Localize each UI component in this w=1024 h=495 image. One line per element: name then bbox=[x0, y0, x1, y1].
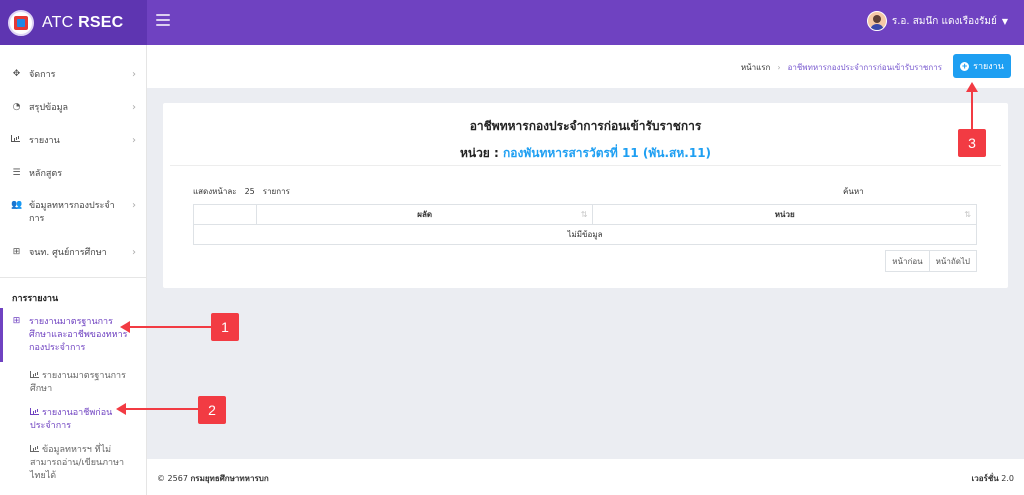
unit-heading: หน่วย : กองพันทหารสารวัตรที่ 11 (พัน.สห.… bbox=[459, 146, 712, 160]
unit-name: กองพันทหารสารวัตรที่ 11 (พัน.สห.11) bbox=[503, 146, 712, 160]
annotation-arrow bbox=[125, 408, 198, 410]
chevron-right-icon: › bbox=[132, 200, 136, 211]
grid-icon: ⊞ bbox=[12, 247, 21, 257]
avatar bbox=[866, 11, 887, 31]
version: เวอร์ชั่น 2.0 bbox=[971, 474, 1014, 483]
sub-item-education-report[interactable]: รายงานมาตรฐานการศึกษา bbox=[30, 370, 130, 396]
chevron-right-icon: › bbox=[132, 247, 136, 258]
chevron-right-icon: › bbox=[132, 135, 136, 146]
report-button[interactable]: + รายงาน bbox=[953, 54, 1011, 78]
pie-chart-icon: ◔ bbox=[12, 102, 21, 112]
sidebar-item-manage[interactable]: ✥ จัดการ › bbox=[0, 69, 146, 82]
next-page-button[interactable]: หน้าถัดไป bbox=[929, 250, 977, 272]
column-header-index[interactable] bbox=[193, 204, 257, 225]
divider bbox=[0, 277, 146, 278]
breadcrumb: หน้าแรก › อาชีพทหารกองประจำการก่อนเข้ารั… bbox=[741, 61, 942, 74]
copyright: © 2567 กรมยุทธศึกษาทหารบก bbox=[157, 474, 269, 483]
column-header-unit[interactable]: หน่วย ⇅ bbox=[592, 204, 977, 225]
list-icon: ☰ bbox=[12, 168, 21, 178]
top-navbar: ATC RSEC ร.อ. สมนึก แดงเรืองรัมย์ ▼ bbox=[0, 0, 1024, 45]
bar-chart-icon bbox=[30, 408, 39, 415]
sort-icon: ⇅ bbox=[580, 210, 588, 219]
sidebar-item-curriculum[interactable]: ☰ หลักสูตร bbox=[0, 168, 146, 181]
footer: © 2567 กรมยุทธศึกษาทหารบก เวอร์ชั่น 2.0 bbox=[147, 459, 1024, 495]
sort-icon: ⇅ bbox=[964, 210, 971, 219]
divider bbox=[170, 165, 1001, 166]
search-label: ค้นหา bbox=[843, 187, 864, 196]
users-icon: 👥 bbox=[11, 200, 23, 210]
sidebar-item-label: จัดการ bbox=[29, 70, 56, 80]
breadcrumb-home[interactable]: หน้าแรก bbox=[741, 61, 771, 74]
user-menu[interactable]: ร.อ. สมนึก แดงเรืองรัมย์ ▼ bbox=[866, 11, 1008, 31]
breadcrumb-current: อาชีพทหารกองประจำการก่อนเข้ารับราชการ bbox=[787, 63, 942, 72]
grid-icon: ⊞ bbox=[12, 316, 21, 326]
page-size-control: แสดงหน้าละ 25 รายการ bbox=[193, 187, 290, 196]
sidebar-item-summary[interactable]: ◔ สรุปข้อมูล › bbox=[0, 102, 146, 115]
annotation-marker-1: 1 bbox=[211, 313, 239, 341]
user-name: ร.อ. สมนึก แดงเรืองรัมย์ bbox=[891, 15, 997, 27]
sidebar-active-group[interactable]: ⊞ รายงานมาตรฐานการศึกษาและอาชีพของทหารกอ… bbox=[0, 308, 146, 362]
breadcrumb-bar: หน้าแรก › อาชีพทหารกองประจำการก่อนเข้ารั… bbox=[147, 45, 1024, 88]
sidebar-item-label: สรุปข้อมูล bbox=[29, 103, 69, 113]
sub-item-illiterate-data[interactable]: ข้อมูลทหารฯ ที่ไม่สามารถอ่าน/เขียนภาษาไท… bbox=[30, 444, 130, 483]
plus-circle-icon: + bbox=[960, 60, 970, 71]
sidebar-item-label: รายงานมาตรฐานการศึกษาและอาชีพของทหารกองป… bbox=[29, 317, 128, 353]
sidebar-item-conscripts[interactable]: 👥 ข้อมูลทหารกองประจำการ › bbox=[0, 200, 146, 226]
annotation-arrow bbox=[129, 326, 211, 328]
sub-item-occupation-report[interactable]: รายงานอาชีพก่อนประจำการ bbox=[30, 407, 130, 433]
section-title: การรายงาน bbox=[12, 294, 59, 304]
bar-chart-icon bbox=[30, 445, 39, 452]
sidebar: ✥ จัดการ › ◔ สรุปข้อมูล › รายงาน › ☰ หลั… bbox=[0, 45, 147, 495]
data-table: ผลัด ⇅ หน่วย ⇅ ไม่มีข้อมูล bbox=[193, 204, 977, 245]
chevron-right-icon: › bbox=[777, 63, 781, 72]
column-header-batch[interactable]: ผลัด ⇅ bbox=[255, 204, 594, 225]
empty-message: ไม่มีข้อมูล bbox=[193, 224, 977, 245]
brand[interactable]: ATC RSEC bbox=[0, 0, 147, 45]
brand-name: ATC RSEC bbox=[42, 13, 124, 31]
page-size-select[interactable]: 25 bbox=[245, 187, 255, 196]
sidebar-item-label: ข้อมูลทหารกองประจำการ bbox=[29, 201, 115, 224]
report-card: อาชีพทหารกองประจำการก่อนเข้ารับราชการ หน… bbox=[163, 103, 1008, 288]
bar-chart-icon bbox=[30, 371, 39, 378]
logo bbox=[8, 9, 34, 36]
chevron-right-icon: › bbox=[132, 69, 136, 80]
arrows-move-icon: ✥ bbox=[12, 69, 21, 79]
sidebar-item-label: จนท. ศูนย์การศึกษา bbox=[29, 248, 107, 258]
sidebar-item-label: รายงาน bbox=[29, 136, 60, 146]
bar-chart-icon bbox=[11, 135, 22, 145]
previous-page-button[interactable]: หน้าก่อน bbox=[885, 250, 930, 272]
sidebar-item-label: หลักสูตร bbox=[29, 169, 63, 179]
menu-toggle-icon[interactable] bbox=[156, 14, 170, 26]
pagination: หน้าก่อน หน้าถัดไป bbox=[885, 250, 977, 272]
chevron-right-icon: › bbox=[132, 102, 136, 113]
annotation-marker-2: 2 bbox=[198, 396, 226, 424]
chevron-down-icon: ▼ bbox=[1001, 16, 1008, 26]
annotation-arrow bbox=[971, 91, 973, 129]
sidebar-item-reports[interactable]: รายงาน › bbox=[0, 135, 146, 148]
annotation-marker-3: 3 bbox=[958, 129, 986, 157]
sidebar-item-staff[interactable]: ⊞ จนท. ศูนย์การศึกษา › bbox=[0, 247, 146, 260]
page-title: อาชีพทหารกองประจำการก่อนเข้ารับราชการ bbox=[469, 119, 702, 133]
